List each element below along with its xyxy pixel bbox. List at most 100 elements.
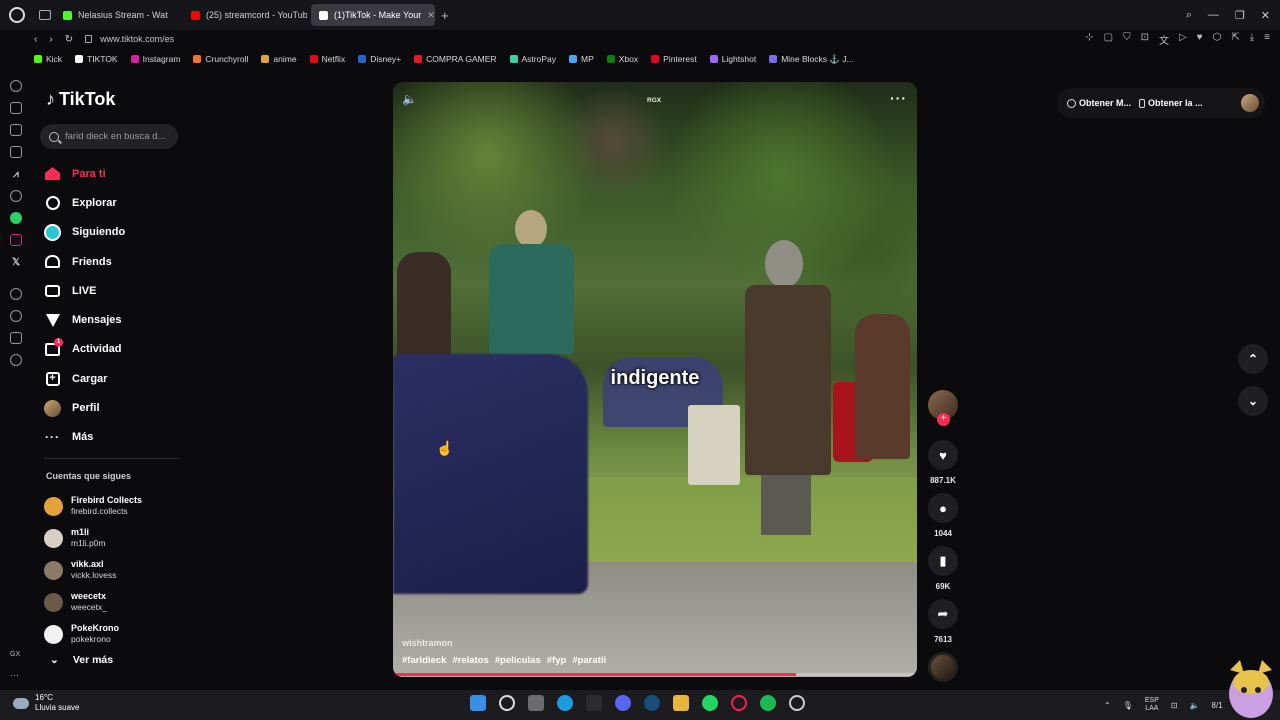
minimize-button[interactable]: — — [1208, 9, 1219, 21]
menu-item-mas[interactable]: ··· Más — [44, 423, 184, 452]
chatgpt-icon[interactable] — [10, 190, 22, 202]
search-tabs-icon[interactable]: ⌕ — [1186, 9, 1192, 22]
account-item[interactable]: m1li m1li.p0m — [44, 522, 194, 554]
account-item[interactable]: Firebird Collects firebird.collects — [44, 490, 194, 522]
vpn-icon[interactable]: ⊡ — [1141, 32, 1149, 47]
whatsapp-icon[interactable] — [10, 212, 22, 224]
video-progress-bar[interactable] — [393, 673, 917, 676]
pin-icon[interactable]: ⊹ — [1085, 32, 1093, 47]
volume-icon[interactable]: 🔈 — [402, 92, 417, 106]
weather-widget[interactable]: 16°C Lluvia suave — [13, 693, 79, 713]
reload-button[interactable]: ↻ — [65, 34, 73, 45]
bookmark-item[interactable]: anime — [261, 54, 297, 64]
opera-gx-logo-icon[interactable] — [9, 7, 25, 23]
tray-overflow-icon[interactable]: ⌃ — [1104, 701, 1111, 710]
player-icon[interactable]: ▷ — [1179, 32, 1187, 47]
hashtag-link[interactable]: #fyp — [547, 655, 567, 666]
menu-item-explorar[interactable]: Explorar — [44, 188, 184, 217]
download-icon[interactable]: ⤓ — [1250, 32, 1254, 47]
gx-corner-icon[interactable] — [10, 102, 22, 114]
translate-icon[interactable]: 文 — [1159, 32, 1169, 47]
history-icon[interactable] — [10, 80, 22, 92]
user-avatar[interactable] — [1241, 94, 1259, 112]
tab-youtube[interactable]: (25) streamcord - YouTub — [183, 4, 307, 26]
new-tab-button[interactable]: + — [441, 8, 449, 23]
extensions-side-icon[interactable] — [10, 332, 22, 344]
back-button[interactable]: ‹ — [34, 34, 37, 45]
hashtag-link[interactable]: #peliculas — [495, 655, 541, 666]
follow-plus-icon[interactable]: + — [937, 413, 950, 426]
save-button[interactable]: ▮ — [928, 546, 958, 576]
bookmark-item[interactable]: TIKTOK — [75, 54, 118, 64]
previous-video-button[interactable]: ⌃ — [1238, 344, 1268, 374]
opera-gx-taskbar-icon[interactable] — [731, 695, 747, 711]
epic-games-icon[interactable] — [586, 695, 602, 711]
twitch-icon[interactable] — [10, 124, 22, 136]
instagram-icon[interactable] — [10, 234, 22, 246]
edge-icon[interactable] — [557, 695, 573, 711]
bookmark-item[interactable]: COMPRA GAMER — [414, 54, 497, 64]
bookmark-item[interactable]: Netflix — [309, 54, 345, 64]
tab-manager-icon[interactable] — [39, 10, 51, 20]
hashtag-link[interactable]: #faridieck — [402, 655, 446, 666]
search-input[interactable] — [65, 131, 175, 142]
video-more-options-icon[interactable]: ··· — [890, 90, 907, 106]
menu-item-friends[interactable]: Friends — [44, 247, 184, 276]
account-item[interactable]: vikk.axl vickk.lovess — [44, 554, 194, 586]
discord-icon[interactable] — [615, 695, 631, 711]
like-button[interactable]: ♥ — [928, 440, 958, 470]
clock-date[interactable]: 8/1 — [1212, 701, 1223, 710]
creator-avatar[interactable]: + — [928, 390, 958, 426]
menu-icon[interactable]: ≡ — [1264, 32, 1270, 47]
account-item[interactable]: PokeKrono pokekrono — [44, 618, 194, 650]
bookmark-item[interactable]: Instagram — [130, 54, 180, 64]
get-coins-button[interactable]: Obtener M... — [1067, 98, 1131, 108]
extensions-icon[interactable]: ⬡ — [1213, 32, 1222, 47]
volume-tray-icon[interactable]: 🔈 — [1190, 701, 1200, 710]
restore-button[interactable]: ❐ — [1235, 9, 1245, 22]
bookmark-item[interactable]: MP — [569, 54, 594, 64]
menu-item-mensajes[interactable]: Mensajes — [44, 305, 184, 334]
share-icon[interactable]: ⇱ — [1231, 32, 1239, 47]
microphone-icon[interactable]: 🎙 — [1123, 701, 1133, 710]
share-button[interactable]: ➦ — [928, 599, 958, 629]
close-window-button[interactable]: ✕ — [1261, 9, 1270, 22]
menu-item-actividad[interactable]: 1 Actividad — [44, 335, 184, 364]
spotify-icon[interactable] — [760, 695, 776, 711]
app-icon[interactable] — [789, 695, 805, 711]
whatsapp-taskbar-icon[interactable] — [702, 695, 718, 711]
forward-button[interactable]: › — [49, 34, 52, 45]
arc-icon[interactable]: ⩘ — [10, 168, 22, 180]
bookmark-item[interactable]: Kick — [34, 54, 62, 64]
menu-item-siguiendo[interactable]: Siguiendo — [44, 218, 184, 247]
url-field[interactable]: www.tiktok.com/es — [100, 34, 174, 44]
bookmark-item[interactable]: Pinterest — [651, 54, 697, 64]
hashtag-link[interactable]: #relatos — [452, 655, 488, 666]
bookmark-item[interactable]: Crunchyroll — [193, 54, 248, 64]
menu-item-perfil[interactable]: Perfil — [44, 393, 184, 422]
menu-item-cargar[interactable]: + Cargar — [44, 364, 184, 393]
account-item[interactable]: weecetx weecetx_ — [44, 586, 194, 618]
sidebar-more-button[interactable]: ··· — [10, 670, 19, 680]
bookmark-item[interactable]: AstroPay — [509, 54, 556, 64]
close-tab-icon[interactable]: ✕ — [427, 10, 435, 21]
menu-item-live[interactable]: LIVE — [44, 276, 184, 305]
language-indicator[interactable]: ESP LAA — [1145, 697, 1159, 713]
get-app-button[interactable]: Obtener la ... — [1139, 98, 1203, 108]
network-icon[interactable]: ⊡ — [1171, 701, 1178, 710]
see-more-button[interactable]: ⌄ Ver más — [50, 654, 113, 666]
clock-icon[interactable] — [10, 310, 22, 322]
next-video-button[interactable]: ⌄ — [1238, 386, 1268, 416]
hashtag-link[interactable]: #paratii — [572, 655, 606, 666]
bookmark-item[interactable]: Lightshot — [709, 54, 756, 64]
start-icon[interactable] — [470, 695, 486, 711]
x-icon[interactable]: 𝕏 — [10, 256, 22, 268]
steam-icon[interactable] — [644, 695, 660, 711]
shield-icon[interactable]: ⛉ — [1123, 32, 1131, 47]
video-author[interactable]: wishtramon — [402, 638, 453, 648]
bookmark-item[interactable]: Disney+ — [358, 54, 401, 64]
music-disc-icon[interactable] — [928, 652, 958, 682]
snapshot-icon[interactable]: ▢ — [1104, 32, 1113, 47]
heart-icon[interactable]: ♥ — [1197, 32, 1203, 47]
menu-item-para-ti[interactable]: Para ti — [44, 159, 184, 188]
